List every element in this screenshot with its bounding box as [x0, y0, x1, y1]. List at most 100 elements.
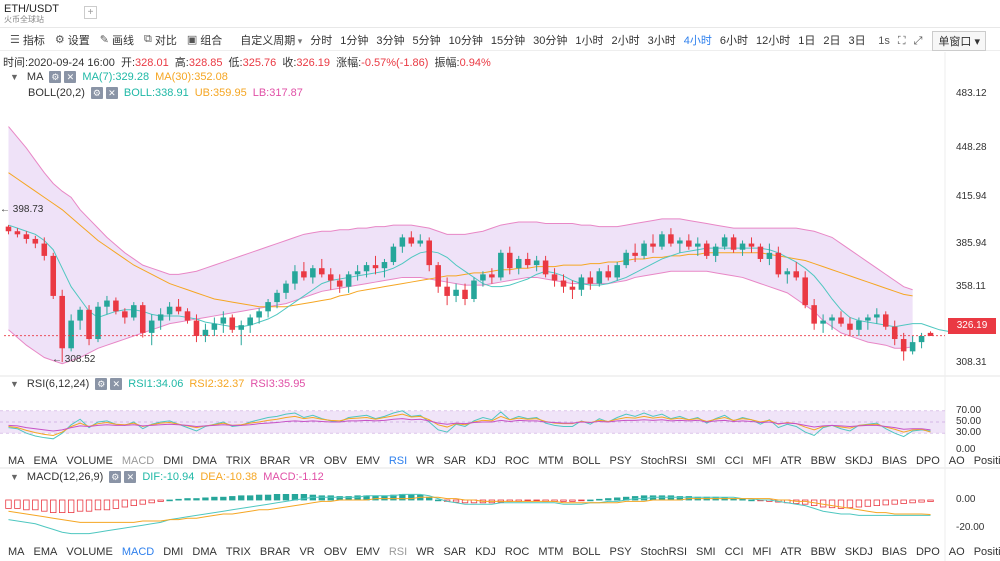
- indicator-tab-ema[interactable]: EMA: [34, 546, 58, 558]
- indicator-tab-roc[interactable]: ROC: [505, 546, 529, 558]
- indicator-tab-wr[interactable]: WR: [416, 546, 434, 558]
- macd-bar: [14, 499, 21, 509]
- candle-body: [882, 314, 889, 327]
- indicator-tab-dpo[interactable]: DPO: [916, 546, 940, 558]
- indicator-tab-kdj[interactable]: KDJ: [475, 546, 496, 558]
- indicator-tab-emv[interactable]: EMV: [356, 455, 380, 467]
- rsi_axis-label: 0.00: [956, 444, 976, 455]
- indicator-tab-ma[interactable]: MA: [8, 455, 25, 467]
- candle-body: [274, 292, 280, 303]
- indicator-tab-dma[interactable]: DMA: [192, 455, 216, 467]
- indicator-tab-mfi[interactable]: MFI: [753, 455, 772, 467]
- indicator-tab-macd[interactable]: MACD: [122, 455, 154, 467]
- indicator-tab-ma[interactable]: MA: [8, 546, 25, 558]
- macd-bar: [130, 499, 137, 506]
- indicator-tab-brar[interactable]: BRAR: [260, 455, 291, 467]
- price_axis-label: 415.94: [956, 191, 987, 203]
- indicator-tab-dma[interactable]: DMA: [192, 546, 216, 558]
- macd-close-icon[interactable]: ✕: [124, 471, 137, 483]
- indicator-tab-position[interactable]: Position: [974, 455, 1000, 467]
- collapse-arrow-icon[interactable]: ▼: [10, 472, 19, 482]
- indicator-tab-dpo[interactable]: DPO: [916, 455, 940, 467]
- indicator-tab-trix[interactable]: TRIX: [226, 455, 251, 467]
- indicator-tab-ao[interactable]: AO: [949, 546, 965, 558]
- candle-body: [515, 258, 522, 269]
- macd-bar: [900, 499, 907, 504]
- indicator-tab-kdj[interactable]: KDJ: [475, 455, 496, 467]
- indicator-tab-mfi[interactable]: MFI: [753, 546, 772, 558]
- indicator-tabs-rsi: MA EMA VOLUME MACD DMI DMA TRIX BRAR VR OBV EMV RSI…: [0, 453, 1000, 469]
- indicator-tab-position[interactable]: Position: [974, 546, 1000, 558]
- indicator-tab-mtm[interactable]: MTM: [538, 455, 563, 467]
- indicator-tab-stochrsi[interactable]: StochRSI: [641, 455, 687, 467]
- indicator-tab-obv[interactable]: OBV: [324, 546, 347, 558]
- indicator-tab-boll[interactable]: BOLL: [572, 546, 600, 558]
- indicator-tab-trix[interactable]: TRIX: [226, 546, 251, 558]
- indicator-tab-sar[interactable]: SAR: [443, 546, 466, 558]
- candle-body: [381, 262, 388, 269]
- price_axis-label: 308.31: [956, 357, 987, 369]
- indicator-tab-bias[interactable]: BIAS: [882, 455, 907, 467]
- candle-body: [739, 243, 746, 250]
- candle-body: [793, 271, 800, 278]
- indicator-tab-atr[interactable]: ATR: [780, 546, 801, 558]
- indicator-tab-wr[interactable]: WR: [416, 455, 434, 467]
- collapse-arrow-icon[interactable]: ▼: [10, 379, 19, 389]
- candle-body: [372, 265, 379, 269]
- indicator-tab-volume[interactable]: VOLUME: [66, 546, 112, 558]
- indicator-tab-stochrsi[interactable]: StochRSI: [641, 546, 687, 558]
- macd-dea-line: [8, 496, 931, 523]
- rsi_axis-label: 50.00: [956, 416, 982, 427]
- candle-body: [319, 268, 325, 275]
- indicator-tab-bias[interactable]: BIAS: [882, 546, 907, 558]
- indicator-tab-dmi[interactable]: DMI: [163, 546, 183, 558]
- indicator-tab-dmi[interactable]: DMI: [163, 455, 183, 467]
- macd-bar: [5, 499, 12, 509]
- indicator-tab-cci[interactable]: CCI: [725, 546, 744, 558]
- macd-bar: [238, 495, 245, 501]
- macd-bar: [255, 494, 263, 501]
- indicator-tab-bbw[interactable]: BBW: [811, 546, 836, 558]
- indicator-tab-vr[interactable]: VR: [299, 546, 314, 558]
- indicator-tab-bbw[interactable]: BBW: [811, 455, 836, 467]
- indicator-tab-sar[interactable]: SAR: [443, 455, 466, 467]
- indicator-tab-macd[interactable]: MACD: [122, 546, 154, 558]
- indicator-tab-rsi[interactable]: RSI: [389, 455, 407, 467]
- indicator-tab-emv[interactable]: EMV: [356, 546, 380, 558]
- candle-body: [784, 271, 791, 275]
- indicator-tab-skdj[interactable]: SKDJ: [845, 455, 873, 467]
- macd-bar: [927, 499, 934, 502]
- rsi-close-icon[interactable]: ✕: [110, 378, 123, 390]
- rsi-settings-icon[interactable]: ⚙: [95, 378, 108, 390]
- candle-body: [462, 289, 468, 299]
- candle-body: [524, 258, 531, 266]
- indicator-tab-smi[interactable]: SMI: [696, 546, 716, 558]
- candle-body: [139, 305, 146, 333]
- indicator-tab-cci[interactable]: CCI: [725, 455, 744, 467]
- indicator-tab-skdj[interactable]: SKDJ: [845, 546, 873, 558]
- indicator-tab-psy[interactable]: PSY: [610, 546, 632, 558]
- candle-body: [426, 240, 432, 266]
- indicator-tab-ema[interactable]: EMA: [34, 455, 58, 467]
- high-marker: ← 398.73: [0, 204, 44, 215]
- indicator-tab-vr[interactable]: VR: [299, 455, 314, 467]
- indicator-tab-atr[interactable]: ATR: [780, 455, 801, 467]
- macd-bar: [318, 495, 325, 501]
- indicator-tab-smi[interactable]: SMI: [696, 455, 716, 467]
- indicator-tab-ao[interactable]: AO: [949, 455, 965, 467]
- indicator-tab-boll[interactable]: BOLL: [572, 455, 600, 467]
- indicator-tab-roc[interactable]: ROC: [505, 455, 529, 467]
- macd-bar: [211, 496, 218, 501]
- rsi_axis-label: 70.00: [956, 404, 982, 416]
- indicator-tab-rsi[interactable]: RSI: [389, 546, 407, 558]
- macd-settings-icon[interactable]: ⚙: [109, 471, 122, 483]
- indicator-tab-brar[interactable]: BRAR: [260, 546, 291, 558]
- indicator-tab-mtm[interactable]: MTM: [538, 546, 563, 558]
- candle-body: [802, 277, 808, 306]
- price_axis-label: 483.12: [956, 87, 987, 99]
- indicator-tab-psy[interactable]: PSY: [610, 455, 632, 467]
- indicator-tab-obv[interactable]: OBV: [324, 455, 347, 467]
- candle-body: [41, 243, 48, 256]
- indicator-tab-volume[interactable]: VOLUME: [66, 455, 112, 467]
- candle-body: [605, 271, 612, 278]
